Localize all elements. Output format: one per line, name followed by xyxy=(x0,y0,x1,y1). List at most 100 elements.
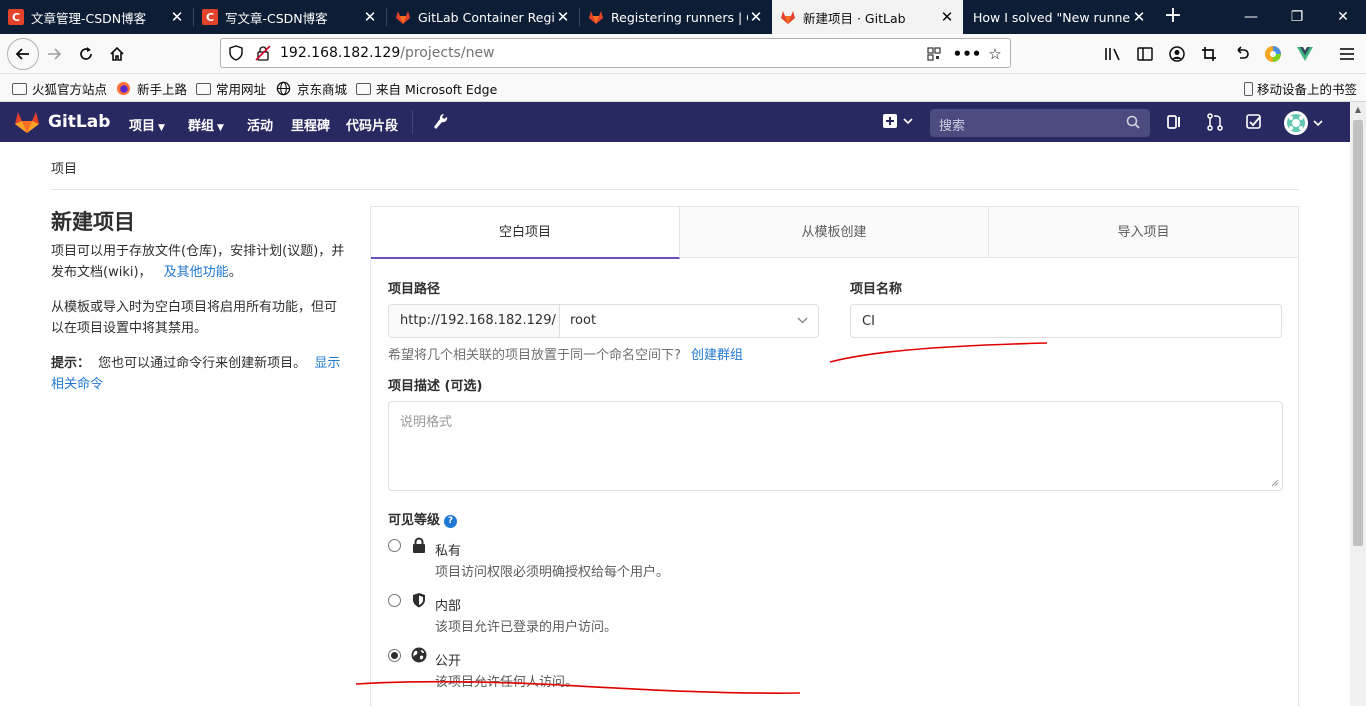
scrollbar-thumb[interactable] xyxy=(1353,120,1363,546)
breadcrumb[interactable]: 项目 xyxy=(51,158,77,177)
tab-title: 新建项目 · GitLab xyxy=(803,10,906,26)
mobile-device-icon xyxy=(1244,81,1253,96)
bookmark-item[interactable]: 常用网址 xyxy=(196,79,266,98)
gitlab-logo-icon[interactable] xyxy=(14,110,40,138)
reload-icon[interactable] xyxy=(71,39,101,69)
browser-tab[interactable]: C 文章管理-CSDN博客 ✕ xyxy=(0,0,193,34)
tab-import-project[interactable]: 导入项目 xyxy=(989,207,1298,258)
window-close-icon[interactable]: ✕ xyxy=(1320,0,1366,34)
csdn-icon: C xyxy=(202,9,218,25)
visibility-internal-radio[interactable] xyxy=(388,594,401,607)
restore-icon[interactable]: ❐ xyxy=(1274,0,1320,34)
bookmark-item[interactable]: 火狐官方站点 xyxy=(12,79,107,98)
visibility-internal-name: 内部 xyxy=(435,599,462,614)
url-bar[interactable]: 192.168.182.129/projects/new ••• ☆ xyxy=(220,38,1011,68)
tip-paragraph: 提示： 您也可以通过命令行来创建新项目。 显示相关命令 xyxy=(51,353,346,395)
namespace-select[interactable]: root xyxy=(570,313,596,328)
browser-tab-active[interactable]: 新建项目 · GitLab ✕ xyxy=(772,0,963,34)
visibility-private-name: 私有 xyxy=(435,544,462,559)
gitlab-icon xyxy=(588,9,604,25)
new-tab-icon[interactable]: + xyxy=(1158,0,1188,34)
menu-hamburger-icon[interactable] xyxy=(1336,43,1358,65)
nav-groups[interactable]: 群组 ▼ xyxy=(188,115,224,134)
insecure-lock-icon[interactable] xyxy=(255,45,271,61)
vue-devtools-icon[interactable] xyxy=(1294,43,1316,65)
project-description-textarea[interactable]: 说明格式 xyxy=(388,401,1283,491)
gitlab-brand[interactable]: GitLab xyxy=(48,112,110,132)
nav-milestones[interactable]: 里程碑 xyxy=(291,115,330,134)
gitlab-icon xyxy=(395,9,411,25)
csdn-icon: C xyxy=(8,9,24,25)
undo-arrow-icon[interactable] xyxy=(1230,43,1252,65)
merge-requests-icon[interactable] xyxy=(1206,113,1226,133)
project-path-group: http://192.168.182.129/ root xyxy=(388,304,819,338)
divider xyxy=(51,189,1299,190)
tab-title: 写文章-CSDN博客 xyxy=(225,10,328,26)
library-icon[interactable] xyxy=(1102,43,1124,65)
chevron-down-icon[interactable] xyxy=(797,315,808,330)
visibility-internal-desc: 该项目允许已登录的用户访问。 xyxy=(435,620,618,635)
tip-text: 您也可以通过命令行来创建新项目。 xyxy=(98,356,307,371)
folder-icon xyxy=(12,82,27,95)
visibility-level-label: 可见等级? xyxy=(388,509,458,528)
bookmark-item[interactable]: 来自 Microsoft Edge xyxy=(356,79,497,98)
tab-blank-project[interactable]: 空白项目 xyxy=(371,207,680,259)
tab-title: GitLab Container Regis xyxy=(418,9,555,25)
mobile-bookmarks[interactable]: 移动设备上的书签 xyxy=(1244,79,1357,98)
sidebar-icon[interactable] xyxy=(1134,43,1156,65)
project-description-label: 项目描述 (可选) xyxy=(388,379,483,394)
close-tab-icon[interactable]: ✕ xyxy=(1131,8,1147,26)
scroll-up-icon[interactable]: ▲ xyxy=(1350,102,1366,118)
browser-navbar: 192.168.182.129/projects/new ••• ☆ xyxy=(0,34,1366,74)
browser-tab[interactable]: How I solved "New runner ✕ xyxy=(963,0,1155,34)
visibility-private-radio[interactable] xyxy=(388,539,401,552)
nav-activity[interactable]: 活动 xyxy=(247,115,273,134)
close-tab-icon[interactable]: ✕ xyxy=(748,8,764,26)
browser-tab[interactable]: C 写文章-CSDN博客 ✕ xyxy=(194,0,386,34)
close-tab-icon[interactable]: ✕ xyxy=(362,8,378,26)
new-item-plus-icon[interactable] xyxy=(882,113,916,133)
bookmark-item[interactable]: 新手上路 xyxy=(116,79,187,98)
user-avatar[interactable] xyxy=(1284,110,1328,136)
back-icon[interactable] xyxy=(7,38,39,70)
tracking-shield-icon[interactable] xyxy=(229,45,243,61)
forward-icon[interactable] xyxy=(39,39,69,69)
minimize-icon[interactable]: — xyxy=(1228,0,1274,34)
browser-tab[interactable]: GitLab Container Regis ✕ xyxy=(387,0,579,34)
resize-handle-icon[interactable] xyxy=(1271,479,1279,487)
admin-wrench-icon[interactable] xyxy=(432,113,452,133)
visibility-public-radio[interactable] xyxy=(388,649,401,662)
visibility-public-name: 公开 xyxy=(435,654,462,669)
visibility-private-desc: 项目访问权限必须明确授权给每个用户。 xyxy=(435,565,670,580)
new-project-form: 空白项目 从模板创建 导入项目 项目路径 http://192.168.182.… xyxy=(370,206,1299,706)
create-group-link[interactable]: 创建群组 xyxy=(691,348,743,363)
todos-icon[interactable] xyxy=(1245,113,1265,133)
qr-code-icon[interactable] xyxy=(924,44,944,64)
page-actions-icon[interactable]: ••• xyxy=(953,44,982,64)
close-tab-icon[interactable]: ✕ xyxy=(169,8,185,26)
nav-projects[interactable]: 项目 ▼ xyxy=(129,115,165,134)
project-name-input[interactable]: CI xyxy=(850,304,1282,338)
close-tab-icon[interactable]: ✕ xyxy=(555,8,571,26)
bookmark-label: 常用网址 xyxy=(216,82,267,97)
extension-color-icon[interactable] xyxy=(1262,43,1284,65)
tip-label: 提示： xyxy=(51,356,91,371)
url-text[interactable]: 192.168.182.129/projects/new xyxy=(280,45,495,61)
browser-tab[interactable]: Registering runners | G ✕ xyxy=(580,0,772,34)
tab-from-template[interactable]: 从模板创建 xyxy=(680,207,989,258)
url-host: 192.168.182.129 xyxy=(280,45,401,61)
bookmark-star-icon[interactable]: ☆ xyxy=(985,44,1005,64)
account-icon[interactable] xyxy=(1166,43,1188,65)
url-path: /projects/new xyxy=(400,45,495,61)
screenshot-crop-icon[interactable] xyxy=(1198,43,1220,65)
home-icon[interactable] xyxy=(102,39,132,69)
lock-icon xyxy=(413,537,425,553)
more-features-link[interactable]: 及其他功能 xyxy=(164,265,229,280)
search-input[interactable]: 搜索 xyxy=(930,109,1150,137)
help-question-icon[interactable]: ? xyxy=(444,515,458,528)
page-scrollbar[interactable]: ▲ xyxy=(1350,102,1366,706)
close-tab-icon[interactable]: ✕ xyxy=(939,8,955,26)
nav-snippets[interactable]: 代码片段 xyxy=(346,115,398,134)
issues-icon[interactable] xyxy=(1166,113,1186,133)
bookmark-item[interactable]: 京东商城 xyxy=(276,79,347,98)
